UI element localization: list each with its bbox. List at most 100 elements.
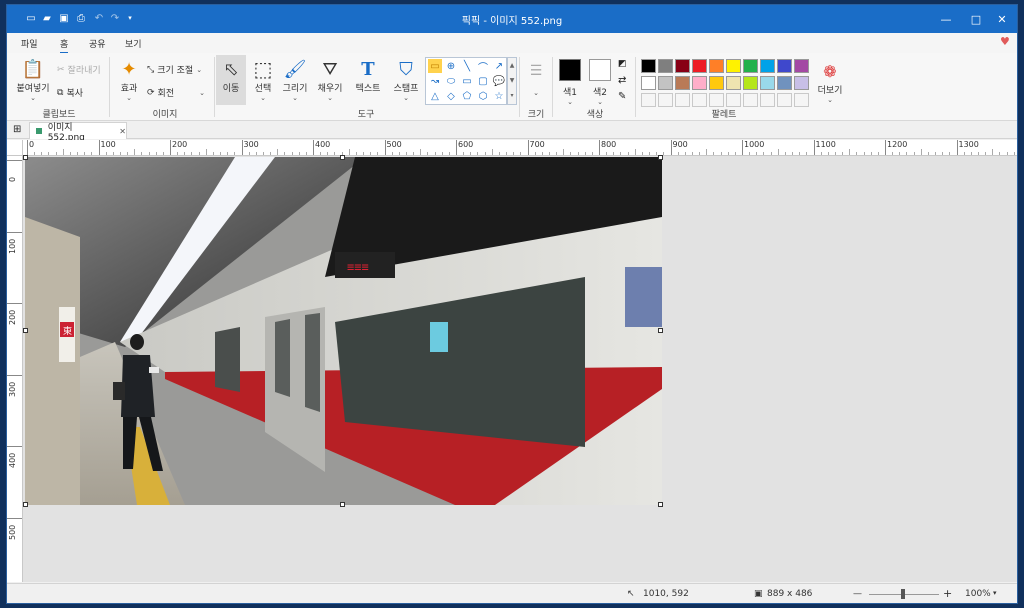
palette-custom-slot[interactable] [641,93,656,107]
palette-swatch[interactable] [692,76,707,90]
zoom-out-button[interactable]: — [853,589,862,599]
palette-custom-slot[interactable] [743,93,758,107]
size-button[interactable]: ☰ ⌄ [523,59,549,97]
resize-handle[interactable] [340,502,345,507]
palette-swatch[interactable] [743,76,758,90]
palette-swatch[interactable] [726,76,741,90]
palette-swatch[interactable] [709,59,724,73]
effects-button[interactable]: ✦ 효과 ⌄ [115,57,143,103]
eyedropper-icon[interactable]: ✎ [618,91,626,102]
arrow-shape-icon[interactable]: ↗ [492,59,506,73]
zoom-dropdown-icon[interactable]: ▾ [993,589,997,597]
palette-custom-slot[interactable] [709,93,724,107]
palette-swatch[interactable] [726,59,741,73]
speech-bubble-shape-icon[interactable]: 💬 [492,74,506,88]
stamp-tool-button[interactable]: ⛉ 스탬프 ⌄ [389,57,423,103]
rounded-rectangle-shape-icon[interactable]: ▢ [476,74,490,88]
palette-custom-slot[interactable] [760,93,775,107]
ruler-minor-tick [699,152,701,155]
palette-swatch[interactable] [760,59,775,73]
palette-swatch[interactable] [794,59,809,73]
select-tool-button[interactable]: ⬚ 선택 ⌄ [248,57,278,102]
resize-handle[interactable] [23,328,28,333]
ruler-minor-tick [842,152,844,155]
palette-swatch[interactable] [675,76,690,90]
zoom-slider-thumb[interactable] [901,589,905,599]
palette-swatch[interactable] [658,59,673,73]
minimize-button[interactable]: — [931,5,961,33]
close-tab-icon[interactable]: ✕ [119,127,126,136]
rotate-button[interactable]: ⟳ 회전 ⌄ [147,86,205,100]
palette-custom-slot[interactable] [794,93,809,107]
tab-view[interactable]: 보기 [125,37,142,50]
tab-file[interactable]: 파일 [21,37,38,50]
hexagon-shape-icon[interactable]: ⬡ [476,89,490,103]
heart-icon[interactable]: ♥ [1000,35,1010,48]
tab-home[interactable]: 홈 [60,37,69,54]
swap-colors-icon[interactable]: ⇄ [618,75,626,86]
move-tool-button[interactable]: ⬁ 이동 [216,55,246,105]
canvas-image[interactable]: ≡≡≡ 東 [25,157,662,505]
copy-button[interactable]: ⧉ 복사 [57,86,83,100]
shapes-scroll[interactable]: ▲ ▼ ▾ [507,57,517,105]
resize-handle[interactable] [340,155,345,160]
tab-share[interactable]: 공유 [89,37,106,50]
ellipse-shape-icon[interactable]: ⬭ [444,74,458,88]
color2-swatch [589,59,611,81]
paste-button[interactable]: 📋 붙여넣기 ⌄ [13,57,53,103]
palette-custom-slot[interactable] [692,93,707,107]
diamond-shape-icon[interactable]: ◇ [444,89,458,103]
more-colors-button[interactable]: ❁ 더보기 ⌄ [815,59,845,105]
freeform-shape-icon[interactable]: ↝ [428,74,442,88]
palette-swatch[interactable] [743,59,758,73]
resize-handle[interactable] [658,502,663,507]
title-bar: ▭ ▰ ▣ ⎙ ↶ ↷ ▾ 픽픽 - 이미지 552.png — □ ✕ [7,5,1017,33]
pentagon-shape-icon[interactable]: ⬠ [460,89,474,103]
ruler-minor-tick [520,152,522,155]
star-shape-icon[interactable]: ☆ [492,89,506,103]
rectangle-shape-icon[interactable]: ▭ [460,74,474,88]
color1-button[interactable]: 색1 ⌄ [557,59,583,106]
palette-custom-slot[interactable] [675,93,690,107]
cut-button[interactable]: ✂ 잘라내기 [57,63,101,77]
text-tool-button[interactable]: T 텍스트 [351,57,385,95]
palette-swatch[interactable] [658,76,673,90]
ruler-minor-tick [827,152,829,155]
default-colors-icon[interactable]: ◩ [618,59,627,69]
palette-swatch[interactable] [641,59,656,73]
resize-handle[interactable] [658,155,663,160]
shapes-gallery[interactable]: ▭ ⊕ ╲ ⌒ ↗ ↝ ⬭ ▭ ▢ 💬 △ ◇ ⬠ ⬡ ☆ [425,57,507,105]
rectangle-select-shape-icon[interactable]: ▭ [428,59,442,73]
palette-swatch[interactable] [692,59,707,73]
palette-swatch[interactable] [675,59,690,73]
canvas-area[interactable]: ≡≡≡ 東 [23,155,1017,582]
resize-handle[interactable] [23,155,28,160]
triangle-shape-icon[interactable]: △ [428,89,442,103]
resize-handle[interactable] [658,328,663,333]
draw-tool-button[interactable]: 🖌 그리기 ⌄ [279,57,311,103]
palette-custom-slot[interactable] [777,93,792,107]
resize-handle[interactable] [23,502,28,507]
resize-button[interactable]: ⤡ 크기 조절 ⌄ [147,63,202,77]
palette-swatch[interactable] [777,59,792,73]
svg-text:≡≡≡: ≡≡≡ [347,260,369,274]
palette-swatch[interactable] [794,76,809,90]
fill-tool-button[interactable]: ⛛ 채우기 ⌄ [313,57,347,103]
palette-swatch[interactable] [777,76,792,90]
palette-swatch[interactable] [641,76,656,90]
ruler-minor-tick [763,152,765,155]
zoom-in-button[interactable]: + [943,587,952,600]
close-button[interactable]: ✕ [987,5,1017,33]
curve-shape-icon[interactable]: ⌒ [476,59,490,74]
palette-custom-slot[interactable] [726,93,741,107]
crosshair-shape-icon[interactable]: ⊕ [444,59,458,73]
zoom-level[interactable]: 100% [965,589,991,599]
palette-swatch[interactable] [709,76,724,90]
color2-button[interactable]: 색2 ⌄ [587,59,613,106]
palette-swatch[interactable] [760,76,775,90]
line-shape-icon[interactable]: ╲ [460,59,474,73]
tab-grid-icon[interactable]: ⊞ [13,124,21,135]
document-tab[interactable]: 이미지 552.png ✕ [29,122,127,143]
palette-custom-slot[interactable] [658,93,673,107]
group-label-colors: 색상 [586,110,604,120]
